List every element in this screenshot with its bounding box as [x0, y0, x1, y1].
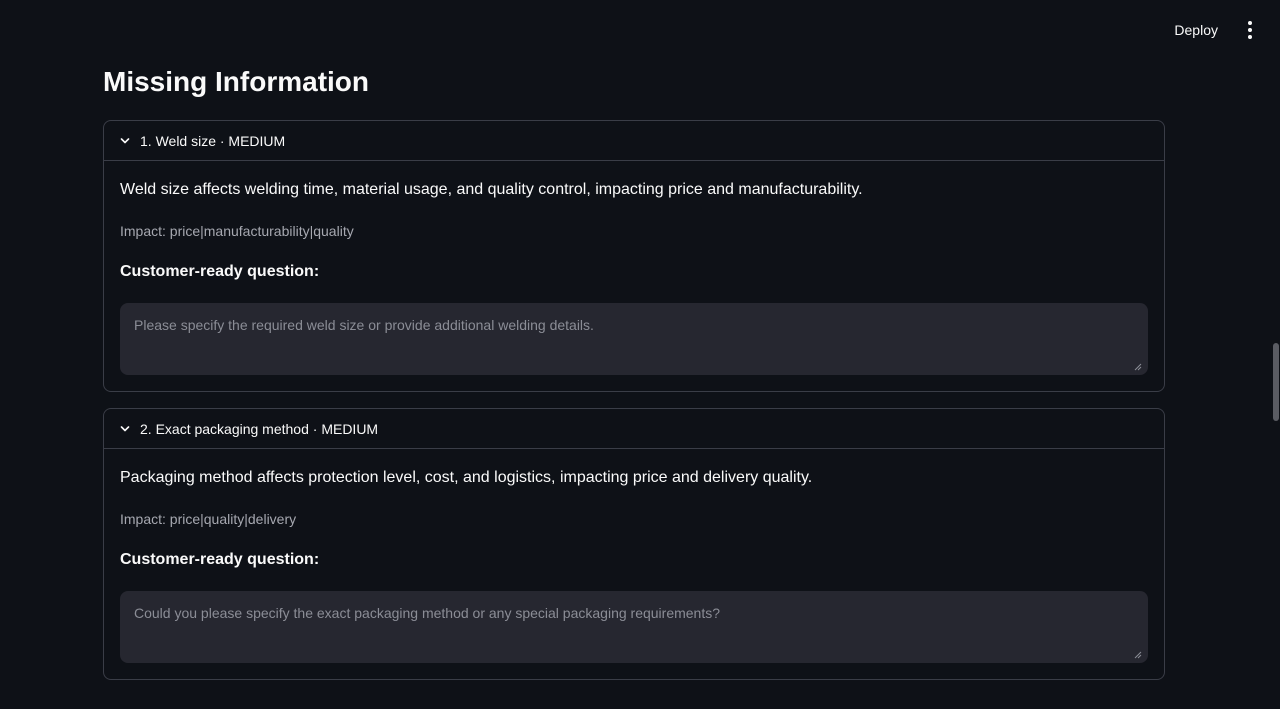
- vertical-ellipsis-icon: [1248, 21, 1252, 25]
- reason-text: Packaging method affects protection leve…: [120, 469, 813, 486]
- missing-info-expander: 2. Exact packaging method · MEDIUM Packa…: [103, 408, 1165, 680]
- chevron-down-icon: [120, 424, 130, 434]
- page-scrollbar[interactable]: [1273, 343, 1279, 421]
- expander-header[interactable]: 1. Weld size · MEDIUM: [104, 121, 1164, 161]
- question-textarea-wrapper: [120, 303, 1148, 375]
- impact-text: Impact: price|manufacturability|quality: [120, 223, 354, 239]
- customer-question-textarea[interactable]: [120, 303, 1148, 375]
- app-root: Deploy Missing Information 1. Weld size …: [0, 0, 1280, 709]
- question-label: Customer-ready question:: [120, 551, 320, 568]
- impact-text: Impact: price|quality|delivery: [120, 511, 297, 527]
- top-bar: Deploy: [0, 0, 1280, 60]
- expander-body: Packaging method affects protection leve…: [104, 449, 1164, 679]
- question-label: Customer-ready question:: [120, 263, 320, 280]
- customer-question-textarea[interactable]: [120, 591, 1148, 663]
- reason-text: Weld size affects welding time, material…: [120, 181, 863, 198]
- expander-header[interactable]: 2. Exact packaging method · MEDIUM: [104, 409, 1164, 449]
- expander-title: 2. Exact packaging method · MEDIUM: [140, 420, 379, 437]
- vertical-ellipsis-icon-dot: [1248, 28, 1252, 32]
- deploy-button[interactable]: Deploy: [1168, 18, 1224, 42]
- missing-info-expander: 1. Weld size · MEDIUM Weld size affects …: [103, 120, 1165, 392]
- page-title: Missing Information: [103, 66, 369, 97]
- question-textarea-wrapper: [120, 591, 1148, 663]
- main-content: Missing Information 1. Weld size · MEDIU…: [103, 62, 1165, 696]
- chevron-down-icon: [120, 136, 130, 146]
- expander-title: 1. Weld size · MEDIUM: [140, 132, 286, 149]
- vertical-ellipsis-icon-dot: [1248, 35, 1252, 39]
- main-menu-button[interactable]: [1240, 18, 1260, 42]
- expander-body: Weld size affects welding time, material…: [104, 161, 1164, 391]
